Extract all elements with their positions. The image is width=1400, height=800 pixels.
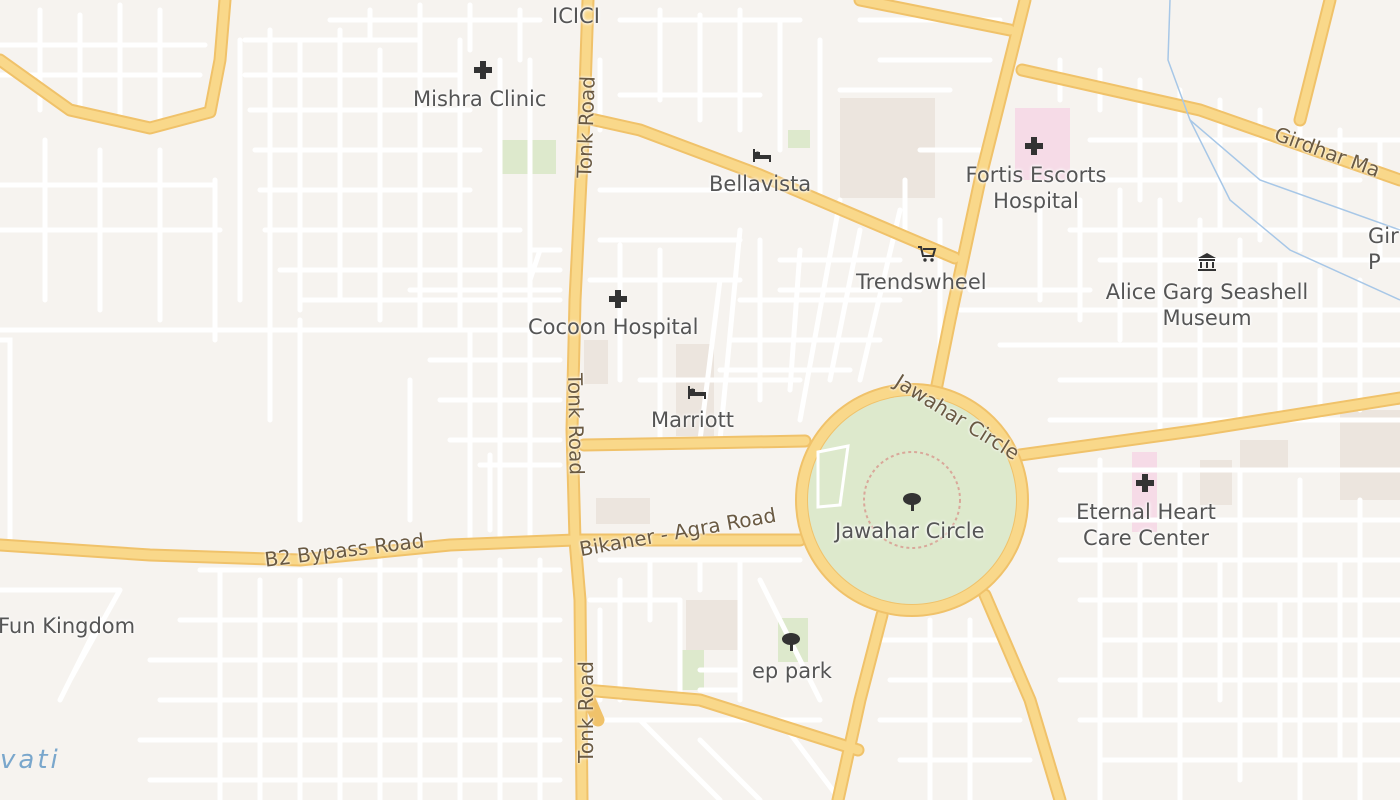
map-canvas[interactable]: ICICI Mishra Clinic Bellavista Fortis Es… xyxy=(0,0,1400,800)
partial-label-line1: Gir xyxy=(1368,224,1399,248)
place-label-ep-park[interactable]: ep park xyxy=(752,658,832,684)
place-label-jawahar-circle[interactable]: Jawahar Circle xyxy=(835,518,985,544)
place-label-mishra-clinic[interactable]: Mishra Clinic xyxy=(413,86,546,112)
place-label-fun-kingdom[interactable]: Fun Kingdom xyxy=(0,613,135,639)
place-label-trendswheel[interactable]: Trendswheel xyxy=(856,269,987,295)
fortis-label-line2: Hospital xyxy=(993,189,1079,214)
alice-label-line1: Alice Garg Seashell xyxy=(1105,280,1309,304)
water-label: vati xyxy=(0,745,61,775)
tree-icon xyxy=(903,493,921,511)
hospital-cross-icon xyxy=(474,61,492,79)
hospital-cross-icon xyxy=(1136,474,1154,492)
hospital-cross-icon xyxy=(1025,137,1043,155)
hotel-bed-icon xyxy=(688,386,706,399)
fortis-label-line1: Fortis Escorts xyxy=(965,163,1107,187)
place-label-marriott[interactable]: Marriott xyxy=(651,407,734,433)
eternal-label-line2: Care Center xyxy=(1083,526,1209,551)
road-label-tonk-road: Tonk Road xyxy=(572,75,600,179)
museum-icon xyxy=(1198,253,1216,271)
place-label-icici[interactable]: ICICI xyxy=(552,3,600,29)
place-label-alice-garg-seashell-museum[interactable]: Alice Garg Seashell Museum xyxy=(1103,279,1311,332)
shopping-cart-icon xyxy=(918,246,937,262)
place-label-cocoon-hospital[interactable]: Cocoon Hospital xyxy=(528,314,698,340)
alice-label-line2: Museum xyxy=(1162,306,1252,331)
hospital-cross-icon xyxy=(609,290,627,308)
road-label-tonk-road: Tonk Road xyxy=(573,661,598,763)
hotel-bed-icon xyxy=(753,149,771,162)
partial-label-line2: P xyxy=(1368,250,1381,275)
tree-icon xyxy=(782,633,800,651)
place-label-partial-right[interactable]: Gir P xyxy=(1368,223,1399,276)
road-label-tonk-road: Tonk Road xyxy=(563,372,589,476)
place-label-bellavista[interactable]: Bellavista xyxy=(709,171,811,197)
place-label-fortis-escorts-hospital[interactable]: Fortis Escorts Hospital xyxy=(962,162,1110,215)
place-label-eternal-heart-care-center[interactable]: Eternal Heart Care Center xyxy=(1070,499,1222,552)
eternal-label-line1: Eternal Heart xyxy=(1076,500,1216,524)
